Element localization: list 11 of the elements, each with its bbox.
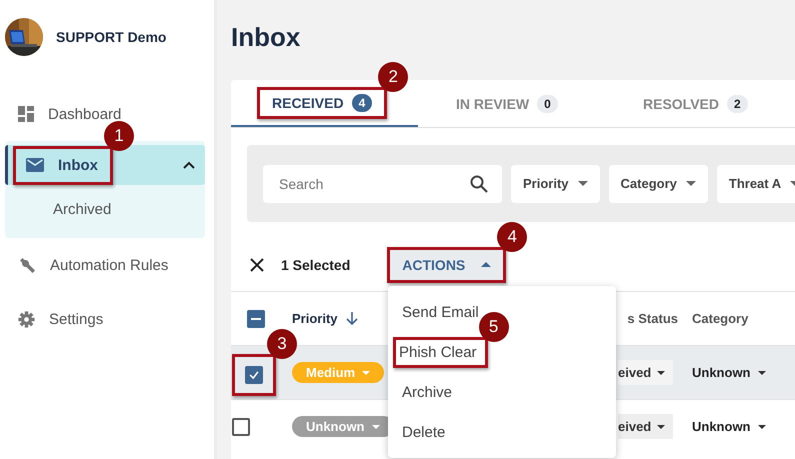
count-badge: 4 [352, 94, 372, 112]
organization-name: SUPPORT Demo [56, 29, 166, 45]
step-badge: 1 [104, 120, 134, 150]
count-badge: 0 [537, 94, 558, 112]
step-badge: 3 [267, 328, 297, 358]
step-badge: 2 [378, 62, 408, 92]
count-badge: 2 [726, 94, 748, 112]
selection-count: 1 Selected [281, 256, 350, 272]
page-title: Inbox [231, 22, 302, 54]
step-badge: 5 [478, 312, 509, 342]
step-badge: 4 [497, 222, 528, 252]
